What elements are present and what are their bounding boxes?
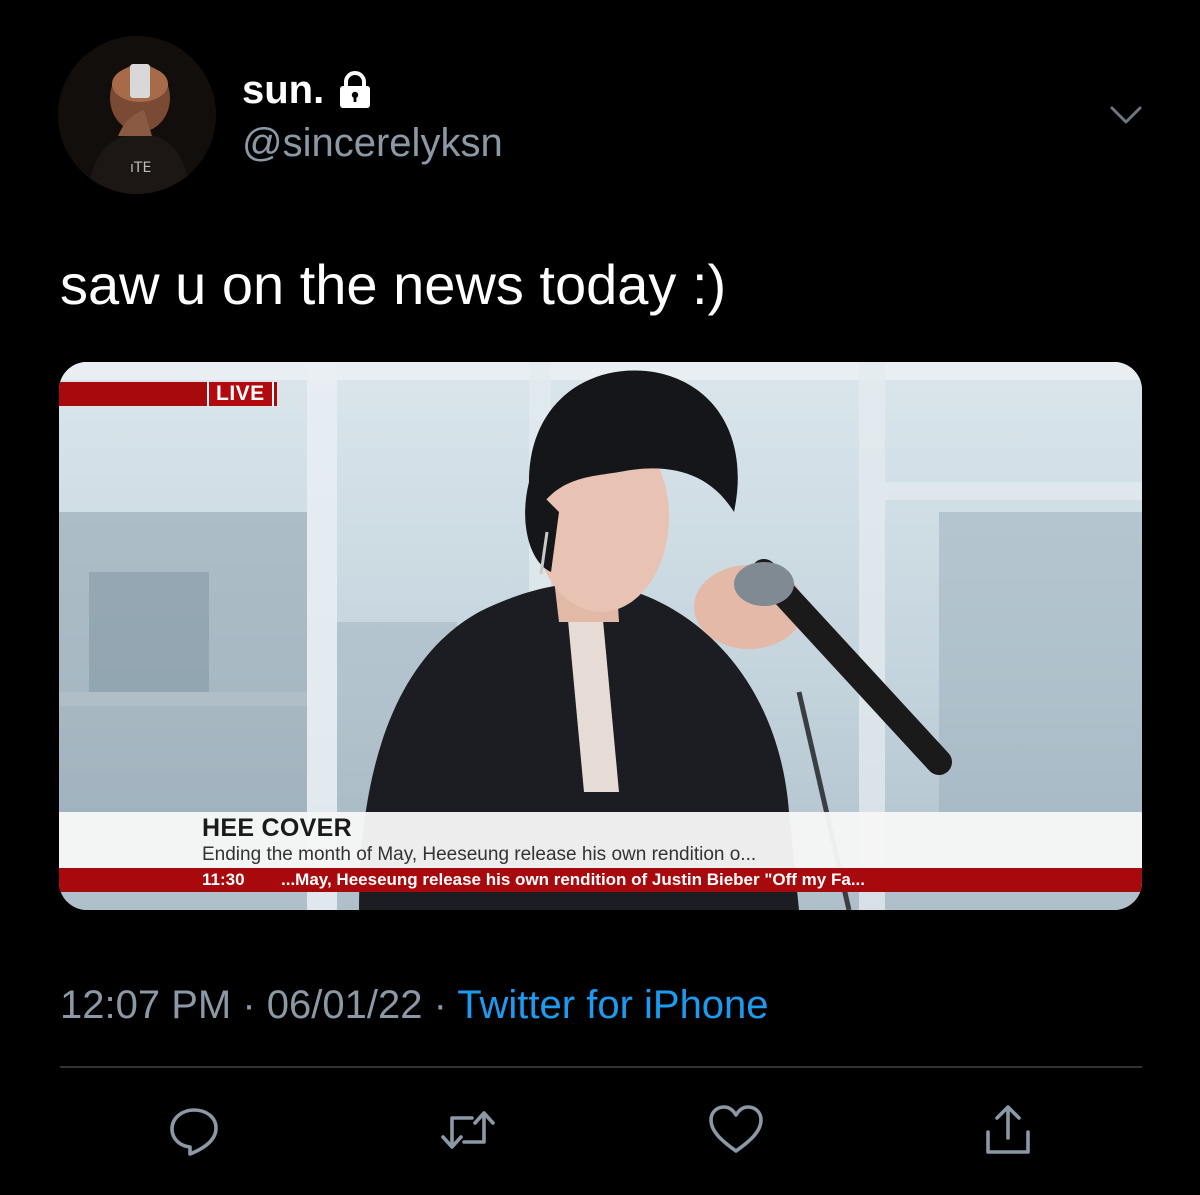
- reply-icon: [166, 1102, 222, 1158]
- heart-icon: [707, 1103, 765, 1157]
- divider: [60, 1066, 1142, 1068]
- lock-icon: [338, 71, 372, 109]
- reply-button[interactable]: [164, 1100, 224, 1160]
- news-lower-third: HEE COVER Ending the month of May, Heese…: [59, 812, 1142, 868]
- chevron-down-icon[interactable]: [1108, 100, 1144, 130]
- tweet-text: saw u on the news today :): [60, 253, 727, 316]
- like-button[interactable]: [706, 1100, 766, 1160]
- display-name[interactable]: sun.: [242, 66, 372, 114]
- live-badge: LIVE: [207, 382, 274, 406]
- tweet-source-link[interactable]: Twitter for iPhone: [457, 983, 768, 1027]
- ticker-time: 11:30: [202, 870, 245, 889]
- ticker-text: ...May, Heeseung release his own renditi…: [281, 870, 865, 889]
- tweet-media[interactable]: LIVE HEE COVER Ending the month of May, …: [59, 362, 1142, 910]
- share-icon: [980, 1102, 1036, 1158]
- share-button[interactable]: [978, 1100, 1038, 1160]
- tweet-time: 12:07 PM: [60, 983, 232, 1027]
- avatar-image: ıTE: [58, 36, 216, 194]
- svg-text:ıTE: ıTE: [130, 160, 151, 176]
- meta-separator: ·: [231, 983, 267, 1027]
- news-ticker: 11:30 ...May, Heeseung release his own r…: [59, 868, 1142, 892]
- retweet-button[interactable]: [438, 1100, 498, 1160]
- meta-separator-2: ·: [422, 983, 458, 1027]
- tweet-date: 06/01/22: [266, 983, 423, 1027]
- display-name-text: sun.: [242, 68, 325, 112]
- avatar[interactable]: ıTE: [58, 36, 216, 194]
- news-subline: Ending the month of May, Heeseung releas…: [202, 844, 757, 865]
- retweet-icon: [438, 1102, 498, 1158]
- tweet-meta: 12:07 PM · 06/01/22 · Twitter for iPhone: [60, 980, 769, 1030]
- user-handle[interactable]: @sincerelyksn: [242, 118, 503, 168]
- news-headline: HEE COVER: [202, 814, 352, 842]
